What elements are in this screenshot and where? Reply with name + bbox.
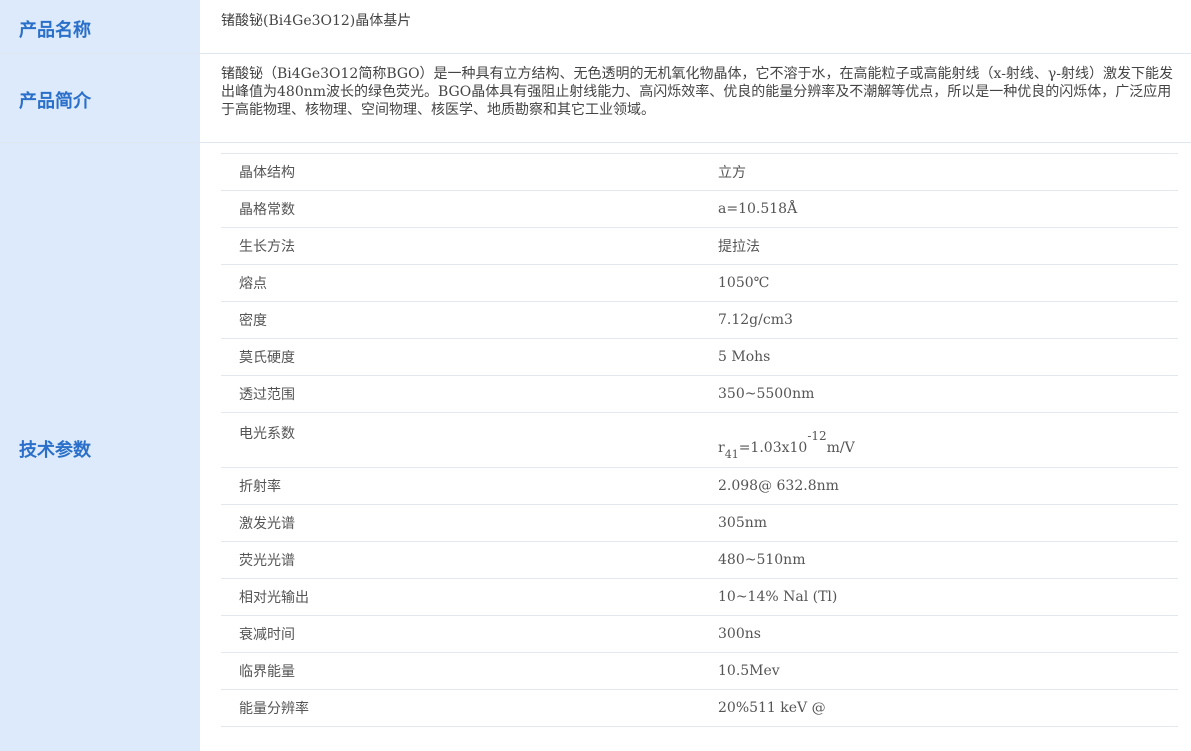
param-value: 20%511 keV @	[718, 700, 826, 716]
eo-unit: m/V	[826, 440, 855, 456]
param-name: 电光系数	[239, 426, 295, 442]
param-name: 透过范围	[239, 387, 295, 403]
param-name: 激发光谱	[239, 516, 295, 532]
product-name-label: 产品名称	[0, 0, 200, 53]
tech-params-content: 晶体结构 立方 晶格常数 a=10.518Å 生长方法 提拉法 熔点 1050℃	[200, 143, 1191, 751]
tech-params-label: 技术参数	[0, 143, 200, 751]
product-intro-label: 产品简介	[0, 54, 200, 142]
param-value: 10.5Mev	[718, 663, 780, 679]
param-name: 能量分辨率	[239, 701, 309, 717]
param-value: 2.098@ 632.8nm	[718, 478, 839, 494]
table-row: 莫氏硬度 5 Mohs	[221, 338, 1178, 376]
param-name: 生长方法	[239, 239, 295, 255]
param-name: 晶格常数	[239, 202, 295, 218]
param-value: 480~510nm	[718, 552, 806, 568]
table-row: 生长方法 提拉法	[221, 227, 1178, 265]
electro-optic-value: r41=1.03x10-12m/V	[700, 413, 1178, 468]
param-name: 衰减时间	[239, 627, 295, 643]
table-row: 衰减时间 300ns	[221, 615, 1178, 653]
table-row: 透过范围 350~5500nm	[221, 375, 1178, 413]
param-value: a=10.518Å	[718, 201, 798, 217]
table-row: 临界能量 10.5Mev	[221, 652, 1178, 690]
param-value: 7.12g/cm3	[718, 312, 793, 328]
param-value: 1050℃	[718, 275, 770, 291]
table-row: 熔点 1050℃	[221, 264, 1178, 302]
eo-mid: =1.03x10	[738, 440, 808, 456]
eo-base: r	[718, 440, 725, 456]
param-name: 密度	[239, 313, 267, 329]
param-value: 305nm	[718, 515, 768, 531]
eo-superscript: -12	[807, 429, 827, 443]
param-name: 临界能量	[239, 664, 295, 680]
table-row: 激发光谱 305nm	[221, 504, 1178, 542]
tech-params-table: 晶体结构 立方 晶格常数 a=10.518Å 生长方法 提拉法 熔点 1050℃	[221, 153, 1178, 727]
param-value: 300ns	[718, 626, 761, 642]
product-name-value: 锗酸铋(Bi4Ge3O12)晶体基片	[221, 13, 412, 29]
param-name: 相对光输出	[239, 590, 309, 606]
table-row: 密度 7.12g/cm3	[221, 301, 1178, 339]
param-name: 折射率	[239, 479, 281, 495]
table-row: 荧光光谱 480~510nm	[221, 541, 1178, 579]
table-row: 晶格常数 a=10.518Å	[221, 190, 1178, 228]
product-intro-text: 锗酸铋（Bi4Ge3O12简称BGO）是一种具有立方结构、无色透明的无机氧化物晶…	[221, 66, 1174, 118]
param-name: 莫氏硬度	[239, 350, 295, 366]
eo-subscript: 41	[724, 448, 739, 461]
table-row: 相对光输出 10~14% Nal (Tl)	[221, 578, 1178, 616]
table-row: 能量分辨率 20%511 keV @	[221, 689, 1178, 727]
param-name: 晶体结构	[239, 165, 295, 181]
product-detail-page: 产品名称 锗酸铋(Bi4Ge3O12)晶体基片 产品简介 锗酸铋（Bi4Ge3O…	[0, 0, 1191, 751]
table-row: 电光系数 r41=1.03x10-12m/V	[221, 412, 1178, 468]
param-value: 10~14% Nal (Tl)	[718, 589, 838, 605]
table-row: 晶体结构 立方	[221, 153, 1178, 191]
param-name: 熔点	[239, 276, 267, 292]
param-value: 提拉法	[718, 239, 760, 255]
param-value: 立方	[718, 165, 746, 181]
product-name-row: 产品名称 锗酸铋(Bi4Ge3O12)晶体基片	[0, 0, 1191, 54]
table-row: 折射率 2.098@ 632.8nm	[221, 467, 1178, 505]
product-intro-row: 产品简介 锗酸铋（Bi4Ge3O12简称BGO）是一种具有立方结构、无色透明的无…	[0, 54, 1191, 143]
param-name: 荧光光谱	[239, 553, 295, 569]
tech-params-row: 技术参数 晶体结构 立方 晶格常数 a=10.518Å 生长方法 提拉法 熔点 …	[0, 143, 1191, 751]
param-value: 350~5500nm	[718, 386, 815, 402]
param-value: 5 Mohs	[718, 349, 771, 365]
